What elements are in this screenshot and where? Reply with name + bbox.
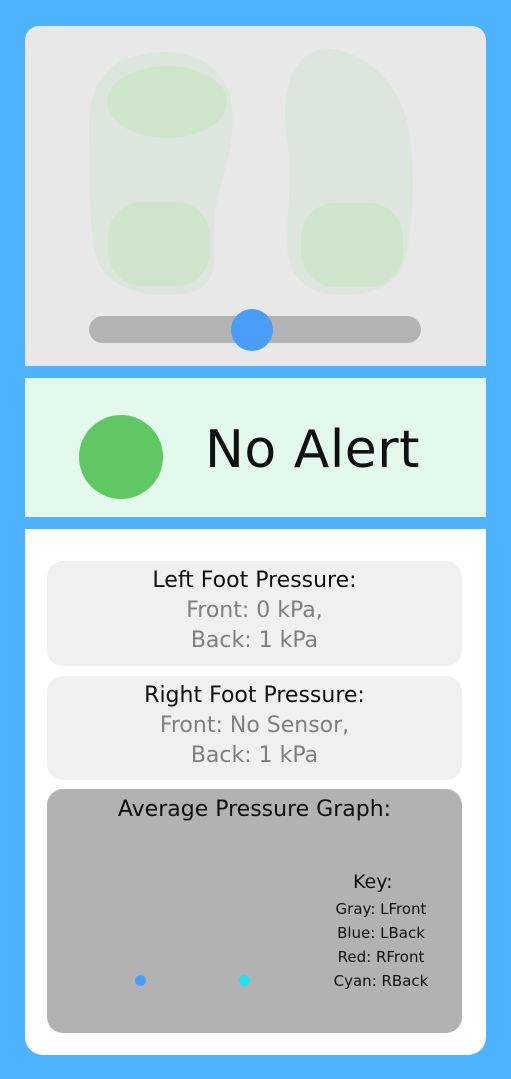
- feet-pressure-map: [88, 48, 413, 296]
- left-foot-front-value: Front: 0 kPa,: [186, 598, 323, 623]
- graph-title: Average Pressure Graph:: [117, 797, 392, 822]
- left-front-zone: [107, 66, 227, 138]
- graph-point-lback: [135, 975, 146, 986]
- alert-indicator: [79, 415, 163, 499]
- right-foot-pressure-box: Right Foot Pressure: Front: No Sensor, B…: [47, 676, 462, 780]
- graph-key-title: Key:: [353, 871, 393, 893]
- foot-map-panel: [25, 26, 486, 366]
- left-foot-title: Left Foot Pressure:: [152, 568, 357, 593]
- right-foot-back-value: Back: 1 kPa: [190, 743, 319, 768]
- graph-key-list: Gray: LFront Blue: LBack Red: RFront Cya…: [301, 897, 461, 993]
- key-item-rfront: Red: RFront: [337, 948, 425, 966]
- right-back-zone: [301, 203, 403, 287]
- key-item-lback: Blue: LBack: [337, 924, 425, 942]
- key-item-lfront: Gray: LFront: [335, 900, 427, 918]
- left-foot-back-value: Back: 1 kPa: [190, 628, 319, 653]
- right-foot-title: Right Foot Pressure:: [144, 683, 365, 708]
- left-foot-pressure-box: Left Foot Pressure: Front: 0 kPa, Back: …: [47, 561, 462, 666]
- key-item-rback: Cyan: RBack: [333, 972, 429, 990]
- left-back-zone: [108, 202, 210, 286]
- alert-status-text: No Alert: [205, 420, 421, 480]
- slider-thumb[interactable]: [230, 309, 273, 351]
- average-pressure-graph: Average Pressure Graph: Key: Gray: LFron…: [47, 789, 462, 1033]
- right-foot-front-value: Front: No Sensor,: [159, 713, 350, 738]
- pressure-info-panel: Left Foot Pressure: Front: 0 kPa, Back: …: [25, 529, 486, 1055]
- graph-point-rback: [239, 975, 250, 986]
- alert-panel: No Alert: [25, 378, 486, 517]
